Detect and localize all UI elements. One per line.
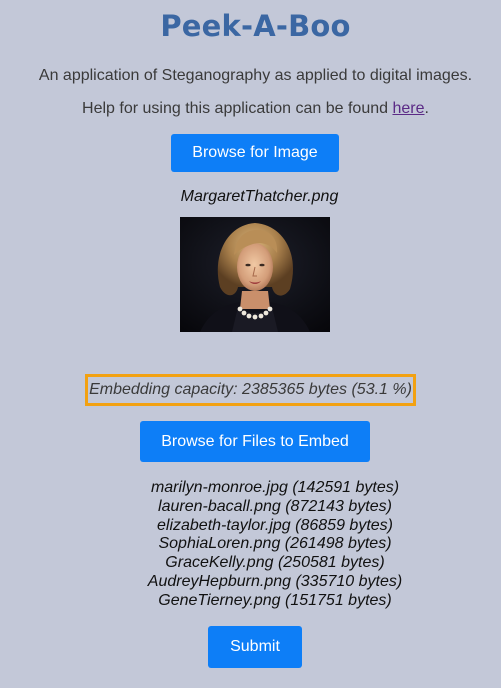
list-item: marilyn-monroe.jpg (142591 bytes) bbox=[150, 479, 400, 496]
help-line: Help for using this application can be f… bbox=[0, 100, 501, 118]
help-suffix: . bbox=[424, 100, 429, 117]
selected-image-filename: MargaretThatcher.png bbox=[180, 188, 339, 205]
app-description: An application of Steganography as appli… bbox=[38, 67, 473, 84]
help-link[interactable]: here bbox=[392, 100, 424, 117]
list-item: AudreyHepburn.png (335710 bytes) bbox=[147, 572, 403, 590]
list-item: GraceKelly.png (250581 bytes) bbox=[165, 554, 385, 572]
list-item: SophiaLoren.png (261498 bytes) bbox=[158, 535, 392, 553]
embed-file-list: marilyn-monroe.jpg (142591 bytes) lauren… bbox=[0, 479, 501, 611]
list-item: GeneTierney.png (151751 bytes) bbox=[158, 591, 392, 609]
submit-button[interactable]: Submit bbox=[208, 626, 302, 668]
page-title: Peek-A-Boo bbox=[160, 9, 351, 43]
selected-image-preview bbox=[180, 217, 330, 332]
browse-image-button[interactable]: Browse for Image bbox=[171, 134, 339, 172]
embedding-capacity: Embedding capacity: 2385365 bytes (53.1 … bbox=[85, 374, 416, 406]
browse-files-button[interactable]: Browse for Files to Embed bbox=[140, 421, 370, 462]
help-text: Help for using this application can be f… bbox=[82, 100, 393, 117]
list-item: elizabeth-taylor.jpg (86859 bytes) bbox=[157, 516, 393, 534]
list-item: lauren-bacall.png (872143 bytes) bbox=[158, 497, 392, 515]
